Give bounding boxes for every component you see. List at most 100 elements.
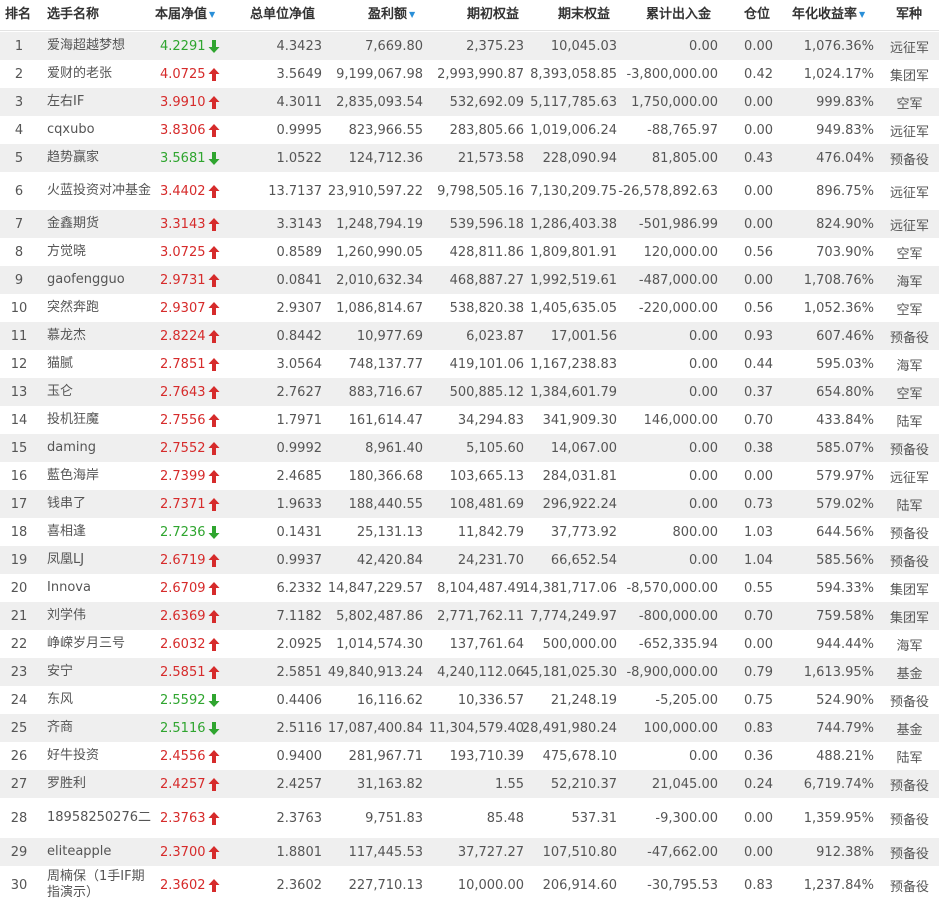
end-equity-text: 10,045.03 — [550, 38, 617, 54]
player-name[interactable]: 喜相逢 — [47, 518, 152, 546]
table-row[interactable]: 28 18958250276二 2.3763 2.3763 9,751.83 85.48 5… — [0, 798, 939, 838]
player-name[interactable]: 好牛投资 — [47, 742, 152, 770]
net-flow-text: 0.00 — [689, 38, 718, 54]
player-name[interactable]: 方觉晓 — [47, 238, 152, 266]
table-row[interactable]: 12 猫腻 2.7851 3.0564 748,137.77 419,101.06 1,16… — [0, 350, 939, 378]
player-name[interactable]: 突然奔跑 — [47, 294, 152, 322]
player-name[interactable]: 18958250276二 — [47, 798, 152, 838]
player-name[interactable]: Innova — [47, 574, 152, 602]
player-name[interactable]: 火蓝投资对冲基金 — [47, 172, 152, 210]
col-header-name[interactable]: 选手名称 — [47, 0, 99, 31]
start-equity-text: 419,101.06 — [449, 356, 524, 372]
table-row[interactable]: 20 Innova 2.6709 6.2332 14,847,229.57 8,104,4… — [0, 574, 939, 602]
position-text: 0.93 — [744, 328, 773, 344]
player-name[interactable]: 峥嵘岁月三号 — [47, 630, 152, 658]
table-row[interactable]: 3 左右IF 3.9910 4.3011 2,835,093.54 532,692.09 5… — [0, 88, 939, 116]
category-text: 空军 — [896, 302, 923, 318]
player-name[interactable]: 趋势赢家 — [47, 144, 152, 172]
col-header-start-equity[interactable]: 期初权益 — [467, 0, 519, 31]
sort-caret-icon[interactable]: ▼ — [859, 10, 865, 19]
player-name[interactable]: 爱财的老张 — [47, 60, 152, 88]
player-name[interactable]: daming — [47, 434, 152, 462]
position-text: 0.00 — [744, 216, 773, 232]
player-name[interactable]: 周楠保（1手IF期指演示） — [47, 866, 152, 904]
annual-return: 585.56% — [773, 546, 874, 574]
player-name[interactable]: 东风 — [47, 686, 152, 714]
col-header-end-equity[interactable]: 期末权益 — [558, 0, 610, 31]
profit-amount-text: 281,967.71 — [348, 748, 423, 764]
rank-cell: 1 — [0, 32, 38, 60]
table-row[interactable]: 2 爱财的老张 4.0725 3.5649 9,199,067.98 2,993,990.… — [0, 60, 939, 88]
table-row[interactable]: 11 慕龙杰 2.8224 0.8442 10,977.69 6,023.87 17,001… — [0, 322, 939, 350]
sort-caret-icon[interactable]: ▼ — [409, 10, 415, 19]
player-name[interactable]: 猫腻 — [47, 350, 152, 378]
player-name[interactable]: 凤凰LJ — [47, 546, 152, 574]
net-flow: 120,000.00 — [617, 238, 718, 266]
player-name[interactable]: 钱串了 — [47, 490, 152, 518]
col-header-rank[interactable]: 排名 — [5, 0, 31, 31]
table-row[interactable]: 1 爱海超越梦想 4.2291 4.3423 7,669.80 2,375.23 10,04… — [0, 32, 939, 60]
table-row[interactable]: 23 安宁 2.5851 2.5851 49,840,913.24 4,240,112.0… — [0, 658, 939, 686]
player-name[interactable]: 刘学伟 — [47, 602, 152, 630]
player-name[interactable]: 慕龙杰 — [47, 322, 152, 350]
table-row[interactable]: 19 凤凰LJ 2.6719 0.9937 42,420.84 24,231.70 66,6… — [0, 546, 939, 574]
table-row[interactable]: 22 峥嵘岁月三号 2.6032 2.0925 1,014,574.30 137,761.… — [0, 630, 939, 658]
col-header-profit[interactable]: 盈利额 ▼ — [368, 0, 415, 31]
start-equity: 6,023.87 — [423, 322, 524, 350]
rank-cell: 28 — [0, 798, 38, 838]
total-unit-nav: 1.9633 — [246, 490, 323, 518]
table-row[interactable]: 13 玉仑 2.7643 2.7627 883,716.67 500,885.12 1,38… — [0, 378, 939, 406]
table-row[interactable]: 30 周楠保（1手IF期指演示） 2.3602 2.3602 227,710.13 10,… — [0, 866, 939, 904]
net-flow: 1,750,000.00 — [617, 88, 718, 116]
table-row[interactable]: 26 好牛投资 2.4556 0.9400 281,967.71 193,710.39 47… — [0, 742, 939, 770]
table-row[interactable]: 21 刘学伟 2.6369 7.1182 5,802,487.86 2,771,762.1… — [0, 602, 939, 630]
table-row[interactable]: 7 金鑫期货 3.3143 3.3143 1,248,794.19 539,596.18 1… — [0, 210, 939, 238]
col-header-category[interactable]: 军种 — [896, 0, 922, 31]
table-row[interactable]: 16 藍色海岸 2.7399 2.4685 180,366.68 103,665.13 28… — [0, 462, 939, 490]
current-nav: 3.0725 — [160, 238, 242, 266]
player-name[interactable]: 藍色海岸 — [47, 462, 152, 490]
start-equity-text: 428,811.86 — [449, 244, 524, 260]
total-unit-nav-text: 3.0564 — [276, 356, 323, 372]
end-equity: 1,384,601.79 — [524, 378, 617, 406]
col-header-position[interactable]: 仓位 — [744, 0, 770, 31]
table-row[interactable]: 15 daming 2.7552 0.9992 8,961.40 5,105.60 14,0… — [0, 434, 939, 462]
table-row[interactable]: 18 喜相逢 2.7236 0.1431 25,131.13 11,842.79 37,77… — [0, 518, 939, 546]
table-row[interactable]: 17 钱串了 2.7371 1.9633 188,440.55 108,481.69 296… — [0, 490, 939, 518]
profit-amount: 17,087,400.84 — [322, 714, 423, 742]
player-name[interactable]: 玉仑 — [47, 378, 152, 406]
current-nav-text: 2.7851 — [160, 356, 206, 372]
col-header-annual-return[interactable]: 年化收益率 ▼ — [792, 0, 865, 31]
table-row[interactable]: 24 东风 2.5592 0.4406 16,116.62 10,336.57 21,248… — [0, 686, 939, 714]
player-name[interactable]: 罗胜利 — [47, 770, 152, 798]
player-name[interactable]: 投机狂魔 — [47, 406, 152, 434]
table-row[interactable]: 4 cqxubo 3.8306 0.9995 823,966.55 283,805.66 1… — [0, 116, 939, 144]
start-equity: 8,104,487.49 — [423, 574, 524, 602]
player-name[interactable]: cqxubo — [47, 116, 152, 144]
table-row[interactable]: 5 趋势赢家 3.5681 1.0522 124,712.36 21,573.58 228,… — [0, 144, 939, 172]
player-name[interactable]: 齐商 — [47, 714, 152, 742]
table-row[interactable]: 6 火蓝投资对冲基金 3.4402 13.7137 23,910,597.22 9,798… — [0, 172, 939, 210]
table-row[interactable]: 9 gaofengguo 2.9731 0.0841 2,010,632.34 468,8… — [0, 266, 939, 294]
player-name[interactable]: 安宁 — [47, 658, 152, 686]
table-row[interactable]: 29 eliteapple 2.3700 1.8801 117,445.53 37,727… — [0, 838, 939, 866]
rank-cell: 12 — [0, 350, 38, 378]
category: 远征军 — [880, 462, 939, 490]
current-nav: 3.9910 — [160, 88, 242, 116]
col-header-total-nav[interactable]: 总单位净值 — [250, 0, 315, 31]
table-row[interactable]: 10 突然奔跑 2.9307 2.9307 1,086,814.67 538,820.38… — [0, 294, 939, 322]
player-name[interactable]: 左右IF — [47, 88, 152, 116]
annual-return: 1,708.76% — [773, 266, 874, 294]
profit-amount-text: 31,163.82 — [356, 776, 423, 792]
player-name[interactable]: gaofengguo — [47, 266, 152, 294]
table-row[interactable]: 27 罗胜利 2.4257 2.4257 31,163.82 1.55 52,210.37 2… — [0, 770, 939, 798]
col-header-nav[interactable]: 本届净值 ▼ — [155, 0, 215, 31]
col-header-net-flow[interactable]: 累计出入金 — [646, 0, 711, 31]
player-name[interactable]: 金鑫期货 — [47, 210, 152, 238]
player-name[interactable]: 爱海超越梦想 — [47, 32, 152, 60]
table-row[interactable]: 14 投机狂魔 2.7556 1.7971 161,614.47 34,294.83 341… — [0, 406, 939, 434]
table-row[interactable]: 8 方觉晓 3.0725 0.8589 1,260,990.05 428,811.86 1,… — [0, 238, 939, 266]
table-row[interactable]: 25 齐商 2.5116 2.5116 17,087,400.84 11,304,579.… — [0, 714, 939, 742]
sort-caret-icon[interactable]: ▼ — [209, 10, 215, 19]
player-name[interactable]: eliteapple — [47, 838, 152, 866]
